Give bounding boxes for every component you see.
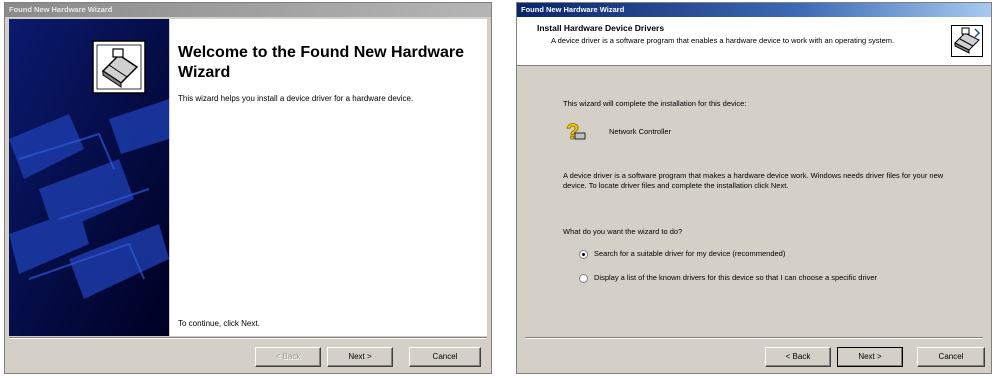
wizard-header: Install Hardware Device Drivers A device…: [517, 17, 991, 66]
radio-button[interactable]: [579, 274, 588, 283]
hardware-install-icon: [92, 40, 146, 94]
header-subtitle: A device driver is a software program th…: [551, 36, 895, 45]
driver-explanation: A device driver is a software program th…: [563, 171, 944, 190]
cancel-button[interactable]: Cancel: [917, 347, 985, 367]
hardware-install-icon: [951, 25, 983, 57]
welcome-content-panel: Welcome to the Found New Hardware Wizard…: [170, 19, 487, 336]
next-button[interactable]: Next >: [327, 347, 393, 367]
option-label[interactable]: Search for a suitable driver for my devi…: [594, 249, 785, 259]
welcome-description: This wizard helps you install a device d…: [178, 94, 414, 103]
back-button[interactable]: < Back: [255, 347, 321, 367]
next-button[interactable]: Next >: [837, 347, 903, 367]
continue-instruction: To continue, click Next.: [178, 319, 260, 328]
unknown-device-question-icon: ?: [566, 119, 586, 143]
option-label[interactable]: Display a list of the known drivers for …: [594, 273, 877, 283]
option-display-driver-list[interactable]: Display a list of the known drivers for …: [579, 273, 959, 283]
intro-text: This wizard will complete the installati…: [563, 99, 747, 108]
radio-button-checked[interactable]: [579, 250, 588, 259]
wizard-question: What do you want the wizard to do?: [563, 227, 683, 236]
welcome-heading: Welcome to the Found New Hardware Wizard: [178, 44, 464, 81]
wizard-side-banner: [9, 19, 169, 336]
button-separator: [9, 337, 487, 339]
option-search-driver[interactable]: Search for a suitable driver for my devi…: [579, 249, 949, 259]
window-title-bar[interactable]: Found New Hardware Wizard: [517, 3, 991, 17]
button-separator: [525, 337, 983, 339]
install-hardware-drivers-window: Found New Hardware Wizard Install Hardwa…: [516, 2, 992, 374]
found-new-hardware-wizard-welcome-window: Found New Hardware Wizard Welcome to the…: [4, 2, 492, 374]
banner-artwork: [9, 19, 169, 336]
back-button[interactable]: < Back: [765, 347, 831, 367]
device-name: Network Controller: [609, 127, 672, 136]
header-title: Install Hardware Device Drivers: [537, 23, 665, 33]
cancel-button[interactable]: Cancel: [409, 347, 481, 367]
window-title-bar[interactable]: Found New Hardware Wizard: [5, 3, 491, 17]
